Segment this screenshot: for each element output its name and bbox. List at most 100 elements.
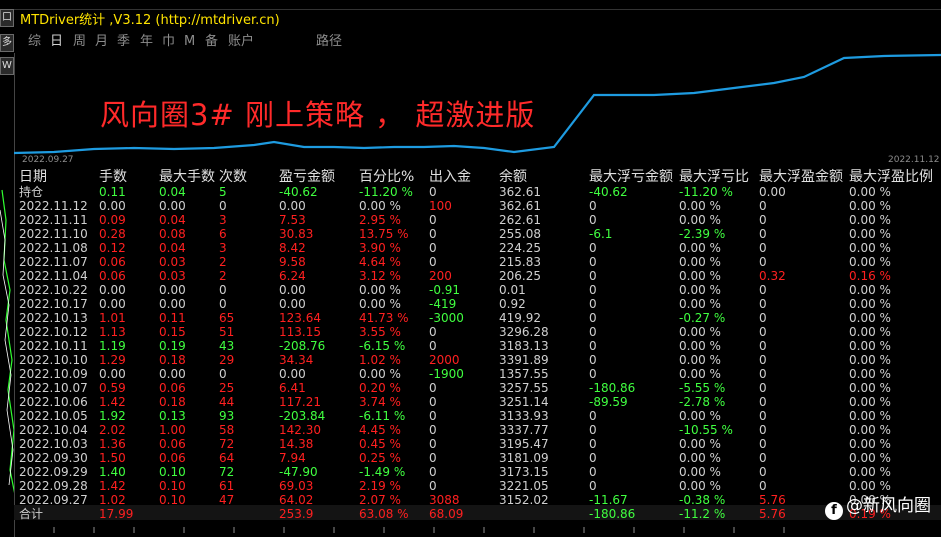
col-pnl[interactable]: 盈亏金额: [279, 166, 335, 186]
table-row[interactable]: 2022.10.09 0.00 0.00 0 0.00 0.00 % -1900 1357.5…: [0, 367, 941, 381]
cell-count: 0: [219, 199, 227, 213]
table-row[interactable]: 2022.10.03 1.36 0.06 72 14.38 0.45 % 0 3195.47 0…: [0, 437, 941, 451]
cell-flow: 0: [429, 465, 437, 479]
menu-item-symbol[interactable]: 巾: [162, 31, 175, 53]
cell-count: 61: [219, 479, 235, 493]
col-percent[interactable]: 百分比%: [359, 166, 414, 186]
cell-max-float-profit-amount: 0: [759, 451, 767, 465]
col-max-float-profit-ratio[interactable]: 最大浮盈比例: [849, 166, 933, 186]
col-max-float-profit-amount[interactable]: 最大浮盈金额: [759, 166, 843, 186]
cell-max-float-profit-amount: 0: [759, 283, 767, 297]
cell-percent: 0.45 %: [359, 437, 401, 451]
cell-max-drawdown-amount: 0: [589, 269, 597, 283]
menu-item-path[interactable]: 路径: [316, 31, 342, 53]
menu-item-overview[interactable]: 综: [28, 31, 41, 53]
cell-percent: 0.00 %: [359, 199, 401, 213]
menu-item-account[interactable]: 账户: [228, 31, 254, 53]
cell-percent: 2.95 %: [359, 213, 401, 227]
table-row[interactable]: 2022.09.29 1.40 0.10 72 -47.90 -1.49 % 0 3173.1…: [0, 465, 941, 479]
col-count[interactable]: 次数: [219, 166, 247, 186]
table-row[interactable]: 2022.10.22 0.00 0.00 0 0.00 0.00 % -0.91 0.01 0 0…: [0, 283, 941, 297]
table-row[interactable]: 持仓 0.11 0.04 5 -40.62 -11.20 % 0 362.61 -40.62 -1…: [0, 185, 941, 199]
table-row[interactable]: 2022.11.11 0.09 0.04 3 7.53 2.95 % 0 262.61 0 0.0…: [0, 213, 941, 227]
col-max-lots[interactable]: 最大手数: [159, 166, 215, 186]
cell-max-lots: 0.08: [159, 227, 186, 241]
table-row[interactable]: 2022.11.07 0.06 0.03 2 9.58 4.64 % 0 215.83 0 0.0…: [0, 255, 941, 269]
cell-max-drawdown-amount: 0: [589, 353, 597, 367]
cell-percent: 2.19 %: [359, 479, 401, 493]
cell-date: 2022.10.22: [19, 283, 88, 297]
cell-pnl: 8.42: [279, 241, 306, 255]
col-date[interactable]: 日期: [19, 166, 47, 186]
menu-item-note[interactable]: 备: [205, 31, 218, 53]
cell-max-drawdown-ratio: -5.55 %: [679, 381, 726, 395]
cell-max-float-profit-amount: 0: [759, 423, 767, 437]
cell-max-drawdown-amount: 0: [589, 437, 597, 451]
table-row[interactable]: 2022.10.13 1.01 0.11 65 123.64 41.73 % -3000 41…: [0, 311, 941, 325]
col-balance[interactable]: 余额: [499, 166, 527, 186]
cell-max-lots: 0.18: [159, 353, 186, 367]
cell-max-float-profit-ratio: 0.00 %: [849, 227, 891, 241]
table-row[interactable]: 2022.09.30 1.50 0.06 64 7.94 0.25 % 0 3181.09 0 0…: [0, 451, 941, 465]
col-flow[interactable]: 出入金: [429, 166, 471, 186]
table-row[interactable]: 2022.11.12 0.00 0.00 0 0.00 0.00 % 100 362.61 0 0…: [0, 199, 941, 213]
table-row[interactable]: 2022.10.17 0.00 0.00 0 0.00 0.00 % -419 0.92 0 0.…: [0, 297, 941, 311]
table-row[interactable]: 2022.10.12 1.13 0.15 51 113.15 3.55 % 0 3296.28…: [0, 325, 941, 339]
table-row[interactable]: 2022.11.08 0.12 0.04 3 8.42 3.90 % 0 224.25 0 0.0…: [0, 241, 941, 255]
cell-balance: 362.61: [499, 185, 541, 199]
left-button-2[interactable]: 多: [0, 34, 14, 52]
cell-max-float-profit-ratio: 0.00 %: [849, 339, 891, 353]
table-row[interactable]: 2022.10.04 2.02 1.00 58 142.30 4.45 % 0 3337.77…: [0, 423, 941, 437]
menu-item-week[interactable]: 周: [73, 31, 86, 53]
table-row[interactable]: 2022.10.06 1.42 0.18 44 117.21 3.74 % 0 3251.14…: [0, 395, 941, 409]
menu-item-magic[interactable]: M: [184, 31, 195, 53]
cell-lots: 1.40: [99, 465, 126, 479]
cell-flow: -419: [429, 297, 457, 311]
cell-balance: 3181.09: [499, 451, 549, 465]
total-row[interactable]: 合计 17.99 253.9 63.08 % 68.09 -180.86 -11…: [0, 507, 941, 521]
col-lots[interactable]: 手数: [99, 166, 127, 186]
cell-balance: 362.61: [499, 199, 541, 213]
cell-date: 2022.11.11: [19, 213, 88, 227]
table-row[interactable]: 2022.10.10 1.29 0.18 29 34.34 1.02 % 2000 3391.…: [0, 353, 941, 367]
cell-count: 58: [219, 423, 235, 437]
cell-date: 2022.11.08: [19, 241, 88, 255]
cell-date: 2022.11.07: [19, 255, 88, 269]
left-button-1[interactable]: 口: [0, 9, 14, 27]
menu-item-year[interactable]: 年: [140, 31, 153, 53]
window-titlebar: MTDriver统计 ,V3.12 (http://mtdriver.cn): [14, 9, 941, 31]
cell-flow: 0: [429, 227, 437, 241]
menu-item-day[interactable]: 日: [50, 31, 63, 53]
cell-pnl: 7.94: [279, 451, 306, 465]
cell-max-drawdown-ratio: -2.39 %: [679, 227, 726, 241]
table-row[interactable]: 2022.10.07 0.59 0.06 25 6.41 0.20 % 0 3257.55 -1…: [0, 381, 941, 395]
cell-max-float-profit-ratio: 0.00 %: [849, 297, 891, 311]
cell-percent: -1.49 %: [359, 465, 406, 479]
cell-balance: 3337.77: [499, 423, 549, 437]
col-max-drawdown-amount[interactable]: 最大浮亏金额: [589, 166, 673, 186]
cell-max-lots: 0.06: [159, 451, 186, 465]
cell-balance: 3257.55: [499, 381, 549, 395]
cell-max-drawdown-amount: -89.59: [589, 395, 628, 409]
cell-count: 44: [219, 395, 235, 409]
cell-balance: 0.01: [499, 283, 526, 297]
table-row[interactable]: 2022.11.10 0.28 0.08 6 30.83 13.75 % 0 255.08 -6…: [0, 227, 941, 241]
table-row[interactable]: 2022.09.28 1.42 0.10 61 69.03 2.19 % 0 3221.05 0…: [0, 479, 941, 493]
cell-max-float-profit-amount: 0: [759, 409, 767, 423]
cell-flow: 0: [429, 213, 437, 227]
menu-item-month[interactable]: 月: [95, 31, 108, 53]
cell-balance: 3173.15: [499, 465, 549, 479]
table-row[interactable]: 2022.10.05 1.92 0.13 93 -203.84 -6.11 % 0 3133.…: [0, 409, 941, 423]
cell-max-drawdown-ratio: 0.00 %: [679, 283, 721, 297]
cell-date: 2022.10.03: [19, 437, 88, 451]
cell-count: 0: [219, 367, 227, 381]
col-max-drawdown-ratio[interactable]: 最大浮亏比: [679, 166, 749, 186]
cell-balance: 255.08: [499, 227, 541, 241]
cell-max-lots: 0.13: [159, 409, 186, 423]
table-row[interactable]: 2022.10.11 1.19 0.19 43 -208.76 -6.15 % 0 3183.…: [0, 339, 941, 353]
table-row[interactable]: 2022.11.04 0.06 0.03 2 6.24 3.12 % 200 206.25 0 0…: [0, 269, 941, 283]
menu-item-quarter[interactable]: 季: [117, 31, 130, 53]
cell-flow: -1900: [429, 367, 464, 381]
cell-pnl: -203.84: [279, 409, 326, 423]
cell-date: 2022.10.13: [19, 311, 88, 325]
